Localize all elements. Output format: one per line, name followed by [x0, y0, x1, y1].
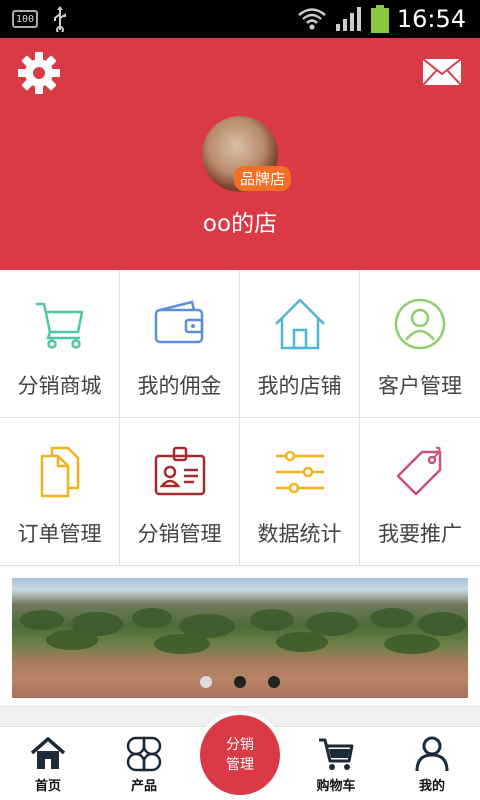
grid-item-order-management[interactable]: 订单管理: [0, 418, 120, 566]
shop-badge: 品牌店: [234, 166, 292, 191]
sliders-icon: [275, 450, 324, 494]
wallet-icon: [154, 300, 203, 344]
center-label-2: 管理: [226, 757, 254, 773]
carousel-dots: [12, 676, 468, 688]
usb-icon: [54, 6, 66, 32]
carousel-dot[interactable]: [268, 676, 280, 688]
id-card-icon: [154, 446, 205, 496]
function-grid: 分销商城 我的佣金 我的店铺 客户管理 订单管理 分销管理 数据统计 我要推广: [0, 270, 480, 566]
document-icon: [40, 446, 79, 498]
grid-item-label: 数据统计: [257, 522, 342, 546]
grid-item-promote[interactable]: 我要推广: [360, 418, 480, 566]
grid-item-label: 分销管理: [137, 522, 222, 546]
grid-item-label: 客户管理: [378, 374, 462, 398]
nav-cart-label: 购物车: [316, 779, 356, 794]
cart-icon: [319, 738, 354, 770]
products-icon: [126, 736, 162, 772]
battery-text: 100: [15, 13, 35, 25]
bottom-nav: 首页 产品 购物车 我的 分销 管理: [0, 711, 480, 800]
user-circle-icon: [394, 298, 446, 350]
nav-mine-label: 我的: [418, 779, 445, 794]
home-icon: [30, 737, 66, 769]
nav-mine[interactable]: 我的: [384, 727, 480, 800]
grid-item-label: 订单管理: [17, 522, 102, 546]
nav-cart[interactable]: 购物车: [288, 727, 384, 800]
center-label-1: 分销: [226, 737, 254, 753]
nav-home[interactable]: 首页: [0, 727, 96, 800]
distribution-management-button[interactable]: 分销 管理: [196, 711, 284, 799]
status-bar: 100 16:54: [0, 0, 480, 38]
nav-products-label: 产品: [130, 779, 157, 794]
grid-item-customer-management[interactable]: 客户管理: [360, 270, 480, 418]
banner-carousel[interactable]: [12, 578, 468, 698]
carousel-dot[interactable]: [234, 676, 246, 688]
banner-area: [0, 566, 480, 706]
grid-item-label: 我的店铺: [257, 374, 342, 398]
user-icon: [415, 736, 449, 772]
gear-icon[interactable]: [16, 50, 62, 96]
grid-item-my-shop[interactable]: 我的店铺: [240, 270, 360, 418]
clock: 16:54: [396, 5, 466, 33]
shop-avatar[interactable]: 品牌店: [202, 116, 292, 192]
grid-item-label: 分销商城: [17, 374, 102, 398]
battery-full-icon: [370, 5, 389, 33]
grid-item-label: 我的佣金: [137, 374, 222, 398]
carousel-dot[interactable]: [200, 676, 212, 688]
shopping-cart-icon: [35, 302, 83, 349]
grid-item-my-commission[interactable]: 我的佣金: [120, 270, 240, 418]
wifi-icon: [298, 8, 326, 30]
battery-icon: 100: [12, 10, 38, 28]
house-icon: [274, 298, 325, 350]
mail-icon[interactable]: [422, 58, 462, 86]
signal-icon: [335, 7, 361, 31]
grid-item-distribution-management[interactable]: 分销管理: [120, 418, 240, 566]
shop-name: oo的店: [202, 211, 278, 237]
grid-item-data-statistics[interactable]: 数据统计: [240, 418, 360, 566]
nav-products[interactable]: 产品: [96, 727, 192, 800]
grid-item-distribution-mall[interactable]: 分销商城: [0, 270, 120, 418]
nav-home-label: 首页: [34, 779, 61, 794]
shop-header: 品牌店 oo的店: [0, 38, 480, 270]
grid-item-label: 我要推广: [378, 522, 462, 546]
tag-icon: [396, 446, 442, 496]
